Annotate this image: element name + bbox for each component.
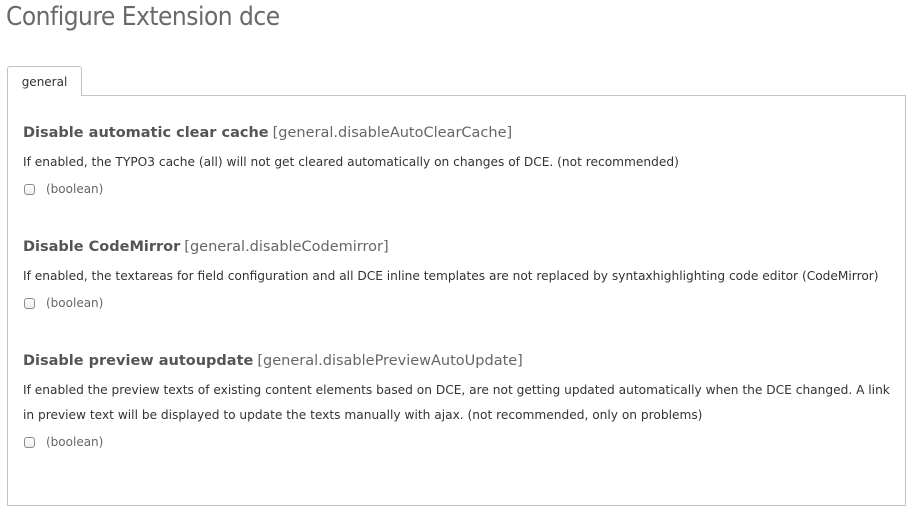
setting-title: Disable automatic clear cache [general.di…	[23, 123, 893, 143]
setting-type: (boolean)	[46, 182, 104, 196]
boolean-row: (boolean)	[23, 293, 893, 313]
boolean-row: (boolean)	[23, 179, 893, 199]
setting-type: (boolean)	[46, 435, 104, 449]
setting-label: Disable CodeMirror	[23, 239, 181, 255]
disable-auto-clear-cache-checkbox[interactable]	[24, 183, 35, 195]
setting-description: If enabled the preview texts of existing…	[23, 383, 890, 422]
setting-type: (boolean)	[46, 296, 104, 310]
setting-disable-preview-autoupdate: Disable preview autoupdate [general.disab…	[23, 351, 893, 452]
setting-disable-auto-clear-cache: Disable automatic clear cache [general.di…	[23, 123, 893, 199]
setting-title: Disable CodeMirror [general.disableCodemi…	[23, 237, 893, 257]
boolean-row: (boolean)	[23, 432, 893, 452]
setting-description: If enabled, the textareas for field conf…	[23, 269, 879, 283]
setting-key: [general.disableCodemirror]	[184, 239, 389, 255]
disable-preview-autoupdate-checkbox[interactable]	[24, 436, 35, 448]
setting-disable-codemirror: Disable CodeMirror [general.disableCodemi…	[23, 237, 893, 313]
setting-title: Disable preview autoupdate [general.disab…	[23, 351, 893, 371]
setting-description: If enabled, the TYPO3 cache (all) will n…	[23, 155, 679, 169]
page-title: Configure Extension dce	[6, 2, 280, 32]
disable-codemirror-checkbox[interactable]	[24, 297, 35, 309]
settings-panel: Disable automatic clear cache [general.di…	[7, 95, 906, 506]
setting-key: [general.disableAutoClearCache]	[272, 125, 513, 141]
tab-general[interactable]: general	[7, 66, 82, 96]
setting-label: Disable preview autoupdate	[23, 353, 254, 369]
setting-label: Disable automatic clear cache	[23, 125, 269, 141]
setting-key: [general.disablePreviewAutoUpdate]	[257, 353, 523, 369]
